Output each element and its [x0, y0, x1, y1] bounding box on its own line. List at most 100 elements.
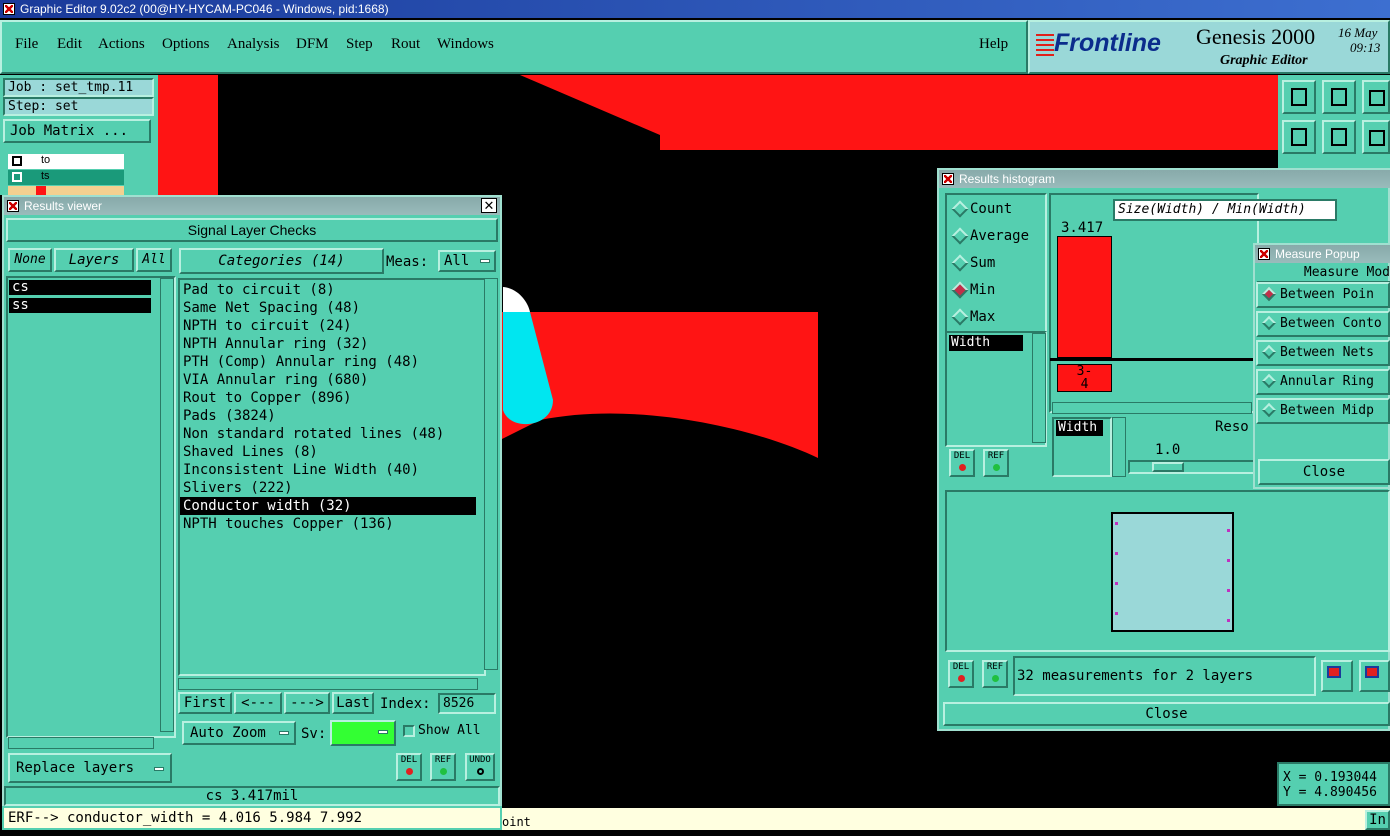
green-dot-icon — [439, 768, 447, 775]
first-button[interactable]: First — [178, 692, 232, 714]
category-item[interactable]: NPTH to circuit (24) — [180, 317, 476, 335]
undo-button[interactable]: UNDO — [465, 753, 495, 781]
toolbar-up-icon[interactable] — [1282, 80, 1316, 114]
job-matrix-button[interactable]: Job Matrix ... — [3, 119, 151, 143]
mode-between-nets[interactable]: Between Nets — [1256, 340, 1390, 366]
y-coordinate: Y = 4.890456 — [1283, 785, 1377, 800]
categories-button[interactable]: Categories (14) — [179, 248, 384, 274]
toolbar-down-icon[interactable] — [1322, 80, 1356, 114]
histogram-hscrollbar[interactable] — [1052, 402, 1252, 414]
menu-edit[interactable]: Edit — [57, 36, 82, 53]
index-input[interactable]: 8526 — [438, 693, 496, 714]
layer-checkbox[interactable] — [12, 172, 22, 182]
list-item[interactable]: Width — [1056, 420, 1103, 436]
ref-button[interactable]: REF — [430, 753, 456, 781]
layer-checkbox[interactable] — [12, 156, 22, 166]
layer-row[interactable]: ts — [8, 170, 124, 185]
auto-zoom-select[interactable]: Auto Zoom — [182, 721, 296, 745]
category-item[interactable]: Same Net Spacing (48) — [180, 299, 476, 317]
zoom-fit-icon[interactable] — [1321, 660, 1353, 692]
layers-button[interactable]: Layers — [54, 248, 134, 272]
menu-analysis[interactable]: Analysis — [227, 36, 280, 53]
measure-close-button[interactable]: Close — [1258, 459, 1390, 485]
window-title: Graphic Editor 9.02c2 (00@HY-HYCAM-PC046… — [20, 2, 389, 16]
mode-between-contours[interactable]: Between Conto — [1256, 311, 1390, 337]
red-dot-icon — [405, 768, 413, 775]
category-item[interactable]: Rout to Copper (896) — [180, 389, 476, 407]
category-item[interactable]: Shaved Lines (8) — [180, 443, 476, 461]
auto-zoom-value: Auto Zoom — [190, 725, 266, 741]
hist-del-button[interactable]: DEL — [949, 449, 975, 477]
none-button[interactable]: None — [8, 248, 52, 272]
list-item[interactable]: cs — [9, 280, 151, 295]
step-label: Step: set — [3, 97, 154, 116]
category-item[interactable]: Slivers (222) — [180, 479, 476, 497]
list-item[interactable]: Width — [949, 335, 1023, 351]
menu-actions[interactable]: Actions — [98, 36, 145, 53]
layer-list-scrollbar[interactable] — [128, 149, 154, 195]
layer-list-vscrollbar[interactable] — [160, 278, 174, 732]
del-button[interactable]: DEL — [396, 753, 422, 781]
list-item[interactable]: ss — [9, 298, 151, 313]
mode-between-points[interactable]: Between Poin — [1256, 282, 1390, 308]
category-item[interactable]: Inconsistent Line Width (40) — [180, 461, 476, 479]
mode-between-midpoints[interactable]: Between Midp — [1256, 398, 1390, 424]
category-item[interactable]: Non standard rotated lines (48) — [180, 425, 476, 443]
window-titlebar: Graphic Editor 9.02c2 (00@HY-HYCAM-PC046… — [0, 0, 1390, 18]
toolbar-rotate-icon[interactable] — [1362, 120, 1390, 154]
show-all-checkbox[interactable] — [403, 725, 415, 737]
del-label: DEL — [952, 662, 970, 672]
measure-list-scrollbar[interactable] — [1032, 333, 1046, 443]
replace-layers-select[interactable]: Replace layers — [8, 753, 172, 783]
average-label: Average — [970, 228, 1030, 244]
selected-radio — [1261, 286, 1277, 302]
categories-hscrollbar[interactable] — [178, 678, 478, 690]
menu-dfm[interactable]: DFM — [296, 36, 329, 53]
layer-color-swatch — [36, 186, 46, 195]
all-button[interactable]: All — [136, 248, 172, 272]
width-list-scrollbar[interactable] — [1112, 417, 1126, 477]
category-item[interactable]: Conductor width (32) — [180, 497, 476, 515]
category-item[interactable]: NPTH Annular ring (32) — [180, 335, 476, 353]
ref-label: REF — [987, 451, 1005, 461]
category-item[interactable]: PTH (Comp) Annular ring (48) — [180, 353, 476, 371]
menu-options[interactable]: Options — [162, 36, 210, 53]
category-item[interactable]: Pad to circuit (8) — [180, 281, 476, 299]
corner-button[interactable]: In — [1365, 810, 1390, 830]
meas-select[interactable]: All — [438, 250, 496, 272]
toolbar-left-icon[interactable] — [1282, 120, 1316, 154]
marker-dot — [1227, 559, 1230, 562]
menu-rout[interactable]: Rout — [391, 36, 420, 53]
last-button[interactable]: Last — [332, 692, 374, 714]
close-icon[interactable]: ✕ — [481, 198, 497, 213]
toolbar-right-icon[interactable] — [1322, 120, 1356, 154]
toolbar-home-icon[interactable] — [1362, 80, 1390, 114]
menu-windows[interactable]: Windows — [437, 36, 494, 53]
sv-color-select[interactable] — [330, 720, 396, 746]
mode-annular-ring[interactable]: Annular Ring — [1256, 369, 1390, 395]
resolution-slider[interactable] — [1128, 460, 1256, 474]
hist-ref-button[interactable]: REF — [983, 449, 1009, 477]
categories-vscrollbar[interactable] — [484, 278, 498, 670]
layer-row[interactable]: to — [8, 154, 124, 169]
preview-del-button[interactable]: DEL — [948, 660, 974, 688]
product-subtitle: Graphic Editor — [1220, 53, 1308, 68]
preview-ref-button[interactable]: REF — [982, 660, 1008, 688]
menu-file[interactable]: File — [15, 36, 38, 53]
signal-layer-checks-header[interactable]: Signal Layer Checks — [6, 218, 498, 242]
menu-help[interactable]: Help — [979, 36, 1008, 53]
min-label: Min — [970, 282, 996, 298]
slider-thumb[interactable] — [1152, 462, 1184, 472]
next-button[interactable]: ---> — [284, 692, 330, 714]
category-item[interactable]: NPTH touches Copper (136) — [180, 515, 476, 533]
layer-row[interactable] — [8, 186, 124, 195]
category-item[interactable]: VIA Annular ring (680) — [180, 371, 476, 389]
menu-step[interactable]: Step — [346, 36, 373, 53]
histogram-bar[interactable] — [1057, 236, 1112, 358]
zoom-select-icon[interactable] — [1359, 660, 1390, 692]
histogram-close-button[interactable]: Close — [943, 702, 1390, 726]
replace-layers-value: Replace layers — [16, 760, 135, 776]
prev-button[interactable]: <--- — [234, 692, 282, 714]
category-item[interactable]: Pads (3824) — [180, 407, 476, 425]
layer-list-hscrollbar[interactable] — [8, 737, 154, 749]
